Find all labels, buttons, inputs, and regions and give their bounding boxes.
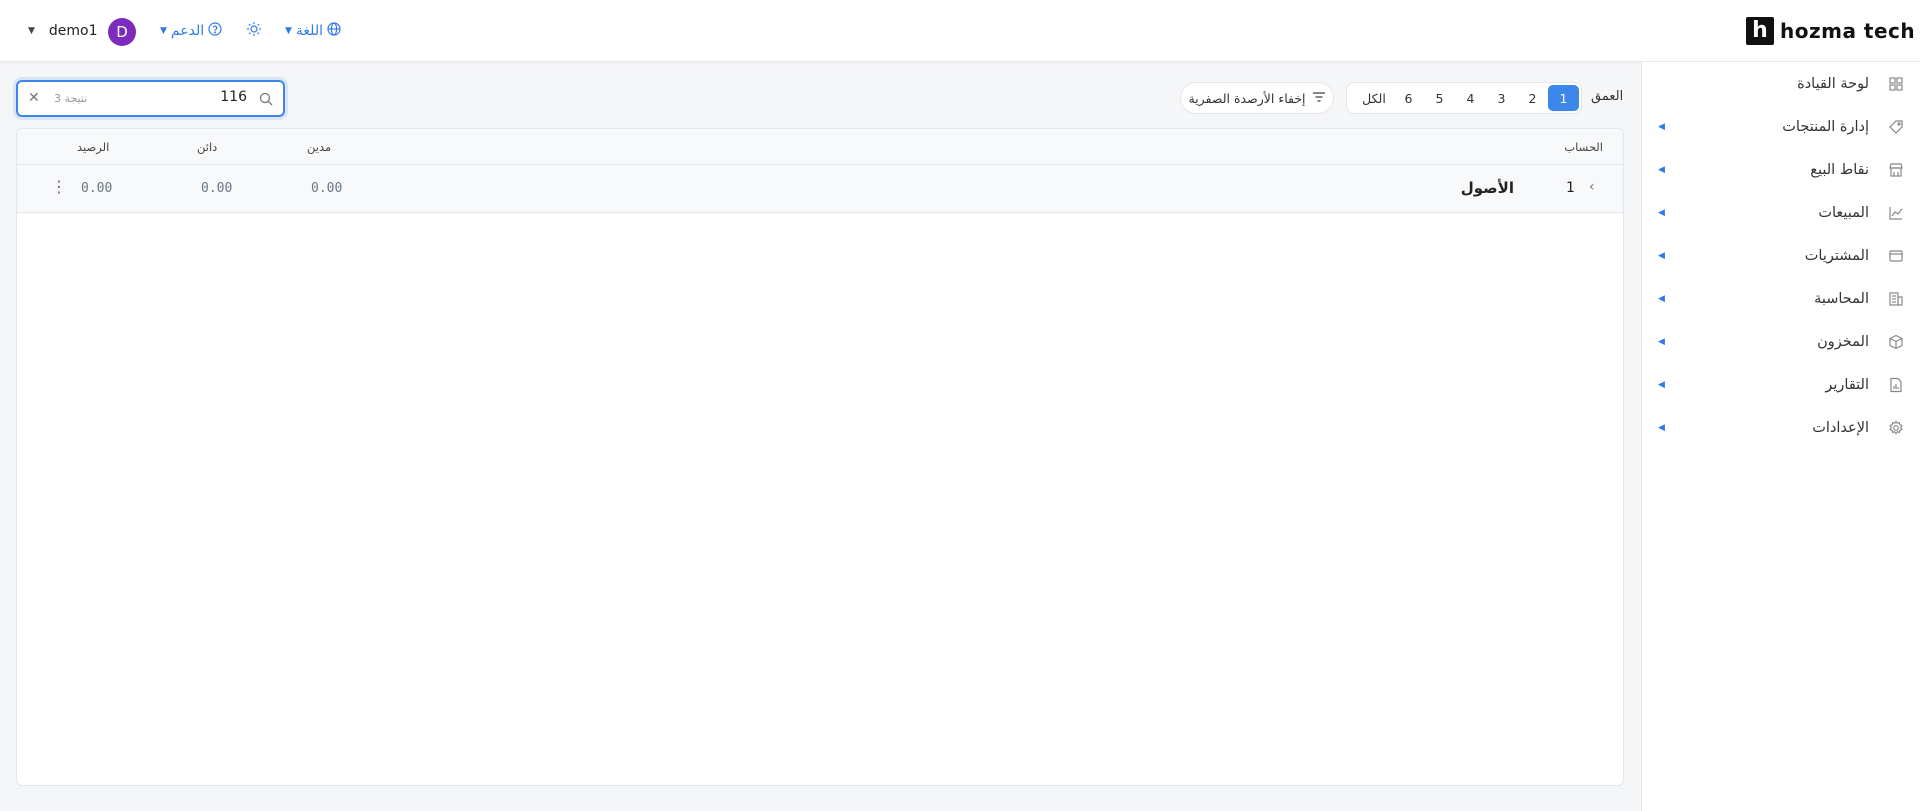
caret-left-icon: ◀ (1658, 208, 1665, 218)
sidebar-item-purchases[interactable]: ◀ المشتريات (1642, 241, 1920, 271)
hide-zero-label: إخفاء الأرصدة الصفرية (1188, 90, 1306, 106)
sidebar-item-products[interactable]: ◀ إدارة المنتجات (1642, 112, 1920, 142)
depth-label: العمق (1591, 89, 1624, 104)
dashboard-icon (1887, 75, 1905, 93)
sidebar-item-label: المحاسبة (1814, 291, 1869, 307)
depth-option-all[interactable]: الكل (1355, 85, 1393, 111)
box-icon (1887, 333, 1905, 351)
balance-value: 0.00 (81, 181, 113, 196)
support-label: الدعم (170, 23, 205, 39)
tag-icon (1887, 118, 1905, 136)
language-label: اللغة (295, 23, 323, 39)
sidebar-item-sales[interactable]: ◀ المبيعات (1642, 198, 1920, 228)
depth-selector: 1 2 3 4 5 6 الكل (1346, 82, 1582, 114)
depth-option-3[interactable]: 3 (1486, 85, 1517, 111)
filter-icon (1312, 91, 1326, 106)
chevron-down-icon: ▼ (160, 26, 167, 36)
caret-left-icon: ◀ (1658, 423, 1665, 433)
app-logo[interactable]: h hozma tech (1746, 17, 1915, 45)
sidebar-item-label: إدارة المنتجات (1782, 119, 1869, 135)
sidebar-item-inventory[interactable]: ◀ المخزون (1642, 327, 1920, 357)
chevron-down-icon: ▼ (28, 26, 35, 36)
close-icon[interactable]: ✕ (28, 90, 40, 106)
caret-left-icon: ◀ (1658, 251, 1665, 261)
credit-value: 0.00 (201, 181, 233, 196)
sun-icon (246, 21, 262, 41)
help-circle-icon (208, 22, 222, 40)
column-header-debit: مدين (307, 140, 332, 154)
search-input[interactable] (157, 89, 247, 105)
sidebar-item-label: نقاط البيع (1810, 162, 1869, 178)
language-menu[interactable]: ▼ اللغة (285, 19, 341, 43)
column-header-account: الحساب (1564, 140, 1603, 154)
more-vertical-icon[interactable]: ⋮ (51, 177, 67, 196)
depth-option-4[interactable]: 4 (1455, 85, 1486, 111)
sidebar-item-pos[interactable]: ◀ نقاط البيع (1642, 155, 1920, 185)
debit-value: 0.00 (311, 181, 343, 196)
user-name: demo1 (48, 23, 98, 39)
gear-icon (1887, 419, 1905, 437)
sidebar-item-settings[interactable]: ◀ الإعدادات (1642, 413, 1920, 443)
account-code: 1 (1566, 180, 1575, 196)
depth-option-2[interactable]: 2 (1517, 85, 1548, 111)
sidebar-item-label: المخزون (1817, 334, 1869, 350)
globe-icon (327, 22, 341, 40)
column-header-balance: الرصيد (77, 140, 110, 154)
caret-left-icon: ◀ (1658, 122, 1665, 132)
table-header: الحساب مدين دائن الرصيد (17, 129, 1623, 165)
sidebar-item-label: الإعدادات (1812, 420, 1869, 436)
caret-left-icon: ◀ (1658, 165, 1665, 175)
avatar[interactable]: D (108, 18, 136, 46)
logo-text: hozma tech (1780, 19, 1916, 43)
wallet-icon (1887, 247, 1905, 265)
top-bar: h hozma tech ▼ اللغة ▼ الدعم D ▼ demo1 (0, 0, 1920, 62)
user-menu[interactable]: ▼ demo1 (28, 19, 98, 43)
accounts-table: الحساب مدين دائن الرصيد ‹ 1 الأصول 0.00 … (16, 128, 1624, 786)
search-result-count: 3 نتيجة (54, 92, 88, 105)
hide-zero-balances-button[interactable]: إخفاء الأرصدة الصفرية (1180, 82, 1334, 114)
depth-option-6[interactable]: 6 (1393, 85, 1424, 111)
support-menu[interactable]: ▼ الدعم (160, 19, 222, 43)
account-name: الأصول (1460, 179, 1514, 197)
chevron-down-icon: ▼ (285, 26, 292, 36)
store-icon (1887, 161, 1905, 179)
sidebar-item-label: التقارير (1825, 377, 1869, 393)
caret-left-icon: ◀ (1658, 294, 1665, 304)
table-row[interactable]: ‹ 1 الأصول 0.00 0.00 0.00 ⋮ (17, 165, 1623, 213)
search-icon (259, 91, 273, 110)
sidebar-item-label: المشتريات (1804, 248, 1869, 264)
depth-option-1[interactable]: 1 (1548, 85, 1579, 111)
sidebar: لوحة القيادة ◀ إدارة المنتجات ◀ نقاط الب… (1641, 62, 1920, 811)
sidebar-item-label: المبيعات (1818, 205, 1869, 221)
sidebar-item-accounting[interactable]: ◀ المحاسبة (1642, 284, 1920, 314)
sidebar-item-reports[interactable]: ◀ التقارير (1642, 370, 1920, 400)
ledger-icon (1887, 290, 1905, 308)
depth-option-5[interactable]: 5 (1424, 85, 1455, 111)
caret-left-icon: ◀ (1658, 337, 1665, 347)
sidebar-item-label: لوحة القيادة (1797, 76, 1869, 92)
logo-mark-icon: h (1746, 17, 1774, 45)
caret-left-icon: ◀ (1658, 380, 1665, 390)
sidebar-item-dashboard[interactable]: لوحة القيادة (1642, 69, 1920, 99)
search-box[interactable]: 3 نتيجة ✕ (16, 80, 285, 117)
theme-toggle[interactable] (246, 19, 262, 43)
column-header-credit: دائن (197, 140, 218, 154)
report-icon (1887, 376, 1905, 394)
line-chart-icon (1887, 204, 1905, 222)
chevron-expand-icon[interactable]: ‹ (1589, 179, 1595, 195)
